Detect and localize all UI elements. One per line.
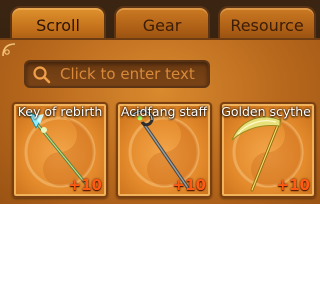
search-icon	[33, 66, 51, 84]
ornament-corner-icon	[2, 43, 16, 57]
enhance-level: +10	[172, 176, 206, 194]
inventory-panel: Scroll Gear Resource Click to enter text	[0, 0, 320, 204]
search-placeholder: Click to enter text	[60, 65, 195, 83]
enhance-level: +10	[276, 176, 310, 194]
enhance-level: +10	[68, 176, 102, 194]
tab-gear-label: Gear	[142, 16, 182, 35]
item-name-acidfang-staff: Acidfang staff	[120, 104, 208, 119]
tab-scroll-label: Scroll	[36, 16, 80, 35]
tab-resource-label: Resource	[230, 16, 304, 35]
item-name-golden-scythe: Golden scythe	[221, 104, 311, 119]
search-input[interactable]: Click to enter text	[24, 60, 210, 88]
item-grid-area: Click to enter text +10 +10 +10 Key of r…	[0, 38, 320, 204]
item-name-key-of-rebirth: Key of rebirth	[17, 104, 103, 119]
